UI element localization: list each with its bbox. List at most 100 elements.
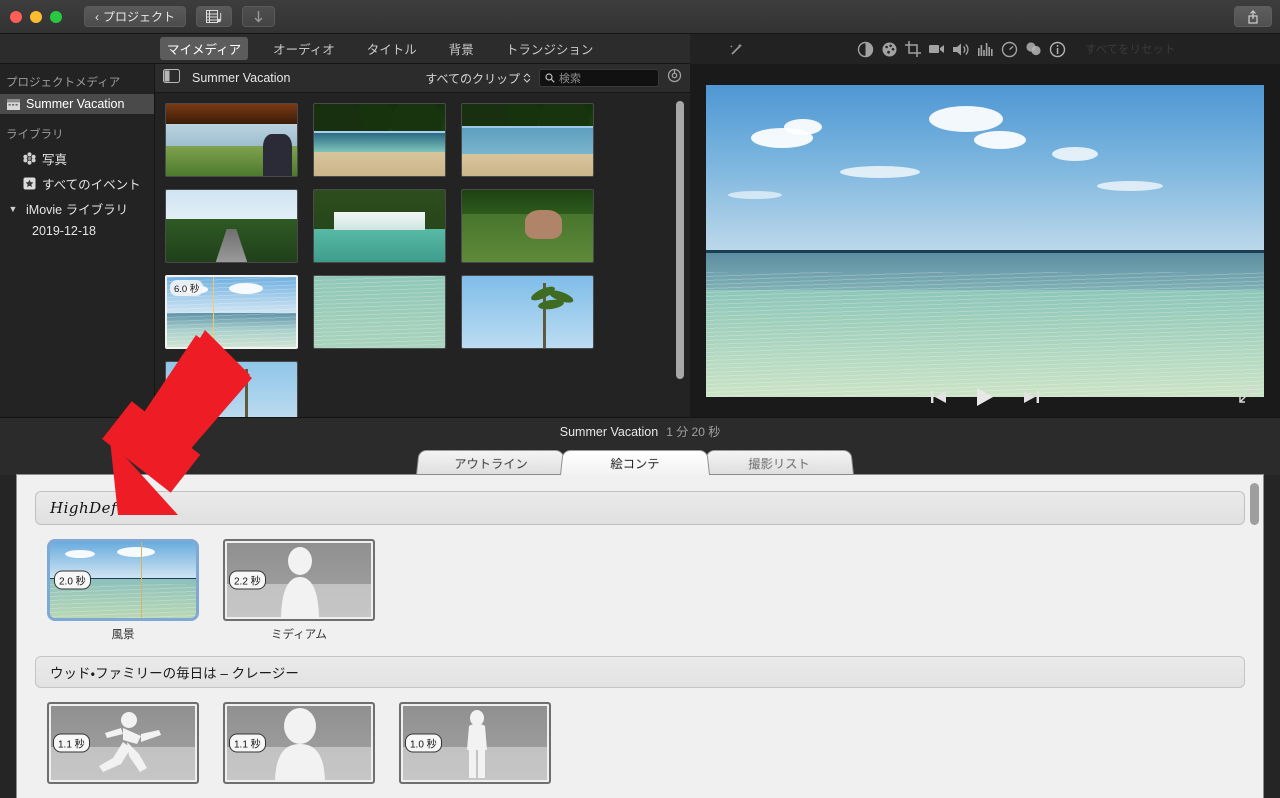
storyboard-tab-bar: アウトライン 絵コンテ 撮影リスト [0, 445, 1280, 475]
volume-icon[interactable] [949, 38, 973, 60]
media-browser[interactable]: 6.0 秒 [155, 93, 690, 417]
storyboard-clip-frame[interactable]: 1.0 秒 [399, 702, 551, 784]
skip-back-icon[interactable] [926, 386, 952, 408]
imovie-window: ‹ プロジェクト マイメディア オーディオ タイトル 背景 トランジション プロ… [0, 0, 1280, 798]
storyboard-clip-duration: 1.1 秒 [53, 733, 90, 753]
back-to-projects-label: プロジェクト [103, 10, 176, 24]
chevron-updown-icon [523, 73, 531, 83]
media-thumbnail[interactable] [165, 103, 298, 177]
clip-filter-label: すべてのクリップ [425, 71, 520, 86]
storyboard-pane: HighDef Films 2.0 秒 風景 2.2 秒 ミディアム ウッド・フ… [16, 474, 1264, 798]
media-music-button[interactable] [196, 6, 233, 27]
media-thumbnail[interactable] [165, 361, 298, 417]
storyboard-clip-frame[interactable]: 1.1 秒 [47, 702, 199, 784]
sidebar-item-all-events[interactable]: すべてのイベント [0, 171, 154, 196]
clip-filter-dropdown[interactable]: すべてのクリップ [425, 70, 531, 87]
project-info-bar: Summer Vacation 1 分 20 秒 [0, 417, 1280, 445]
tab-backgrounds[interactable]: 背景 [442, 37, 481, 60]
storyboard-clip-duration: 2.0 秒 [54, 570, 91, 590]
stabilization-icon[interactable] [925, 38, 949, 60]
disclosure-triangle-icon[interactable]: ▼ [6, 202, 20, 216]
sidebar-item-all-events-label: すべてのイベント [42, 178, 141, 192]
storyboard-clip[interactable]: 2.2 秒 ミディアム [223, 539, 375, 642]
storyboard-clip[interactable]: 1.0 秒 [399, 702, 551, 784]
tab-audio[interactable]: オーディオ [266, 37, 342, 60]
sidebar-item-event-2019-12-18[interactable]: 2019-12-18 [0, 221, 154, 241]
tab-titles[interactable]: タイトル [360, 37, 424, 60]
color-correction-icon[interactable] [877, 38, 901, 60]
speed-icon[interactable] [997, 38, 1021, 60]
storyboard-title-field[interactable]: HighDef Films [35, 491, 1245, 525]
media-thumbnail[interactable] [313, 189, 446, 263]
browser-header: Summer Vacation すべてのクリップ 検索 [155, 64, 690, 93]
media-thumbnail[interactable] [461, 275, 594, 349]
search-input[interactable]: 検索 [539, 69, 659, 87]
play-icon[interactable] [972, 386, 998, 408]
sidebar-section-library: ライブラリ [6, 129, 64, 141]
minimize-window-button[interactable] [30, 10, 42, 23]
color-balance-icon[interactable] [853, 38, 877, 60]
storyboard-clip-duration: 2.2 秒 [229, 570, 266, 590]
sidebar-item-imovie-library[interactable]: ▼ iMovie ライブラリ [0, 196, 154, 221]
tab-transitions[interactable]: トランジション [499, 37, 601, 60]
storyboard-section-heading[interactable]: ウッド・ファミリーの毎日は – クレージー [35, 656, 1245, 688]
media-thumbnail[interactable] [461, 189, 594, 263]
traffic-lights [0, 10, 62, 23]
share-export-icon [1248, 9, 1258, 24]
filter-icon[interactable] [1021, 38, 1045, 60]
tab-my-media[interactable]: マイメディア [160, 37, 249, 60]
media-thumbnail-selected[interactable]: 6.0 秒 [165, 275, 298, 349]
crop-icon[interactable] [901, 38, 925, 60]
magic-wand-icon[interactable] [724, 38, 748, 60]
storyboard-clip-duration: 1.0 秒 [405, 733, 442, 753]
media-music-icon [206, 10, 222, 23]
info-icon[interactable] [1045, 38, 1069, 60]
storyboard-clip[interactable]: 2.0 秒 風景 [47, 539, 199, 642]
share-export-button[interactable] [1234, 6, 1272, 27]
library-sidebar: プロジェクトメディア Summer Vacation ライブラリ 写真 すべての… [0, 64, 155, 417]
sidebar-item-photos[interactable]: 写真 [0, 146, 154, 171]
viewer-image [706, 84, 1264, 397]
storyboard-clip-label: ミディアム [271, 629, 327, 641]
storyboard-clip-duration: 1.1 秒 [229, 733, 266, 753]
tab-shot-list[interactable]: 撮影リスト [704, 449, 854, 475]
skip-forward-icon[interactable] [1018, 386, 1044, 408]
sidebar-item-summer-vacation-label: Summer Vacation [26, 97, 125, 111]
media-thumbnail[interactable] [313, 103, 446, 177]
tab-storyboard[interactable]: 絵コンテ [560, 449, 710, 475]
sidebar-item-photos-label: 写真 [42, 153, 68, 167]
storyboard-section-clips: 1.1 秒 1.1 秒 1.0 秒 [17, 688, 1263, 784]
storyboard-section-clips: 2.0 秒 風景 2.2 秒 ミディアム [17, 525, 1263, 642]
media-thumbnail[interactable] [165, 189, 298, 263]
playback-controls [690, 377, 1280, 417]
tab-outline[interactable]: アウトライン [416, 449, 566, 475]
photos-icon [22, 152, 36, 166]
storyboard-scrollbar[interactable] [1250, 483, 1259, 525]
equalizer-icon[interactable] [973, 38, 997, 60]
thumbnail-duration-badge: 6.0 秒 [170, 280, 204, 296]
storyboard-clip[interactable]: 1.1 秒 [47, 702, 199, 784]
storyboard-clip[interactable]: 1.1 秒 [223, 702, 375, 784]
storyboard-clip-frame[interactable]: 1.1 秒 [223, 702, 375, 784]
media-tab-bar: マイメディア オーディオ タイトル 背景 トランジション [0, 34, 690, 64]
search-placeholder: 検索 [559, 73, 581, 85]
search-icon [545, 73, 555, 83]
project-title: Summer Vacation [559, 424, 659, 439]
media-thumbnail[interactable] [313, 275, 446, 349]
storyboard-clip-frame[interactable]: 2.0 秒 [47, 539, 199, 621]
back-to-projects-button[interactable]: ‹ プロジェクト [84, 6, 187, 27]
import-download-button[interactable] [242, 6, 276, 27]
zoom-window-button[interactable] [50, 10, 62, 23]
media-grid: 6.0 秒 [165, 103, 665, 417]
sidebar-item-summer-vacation[interactable]: Summer Vacation [0, 94, 154, 114]
gear-icon[interactable] [667, 68, 682, 88]
sidebar-toggle-icon[interactable] [163, 68, 180, 88]
reset-all-label[interactable]: すべてをリセット [1085, 41, 1176, 57]
browser-title: Summer Vacation [192, 71, 291, 85]
browser-scrollbar[interactable] [676, 101, 684, 379]
fullscreen-expand-icon[interactable] [1238, 386, 1258, 406]
close-window-button[interactable] [10, 10, 22, 23]
chevron-left-icon: ‹ [95, 9, 99, 24]
storyboard-clip-frame[interactable]: 2.2 秒 [223, 539, 375, 621]
media-thumbnail[interactable] [461, 103, 594, 177]
